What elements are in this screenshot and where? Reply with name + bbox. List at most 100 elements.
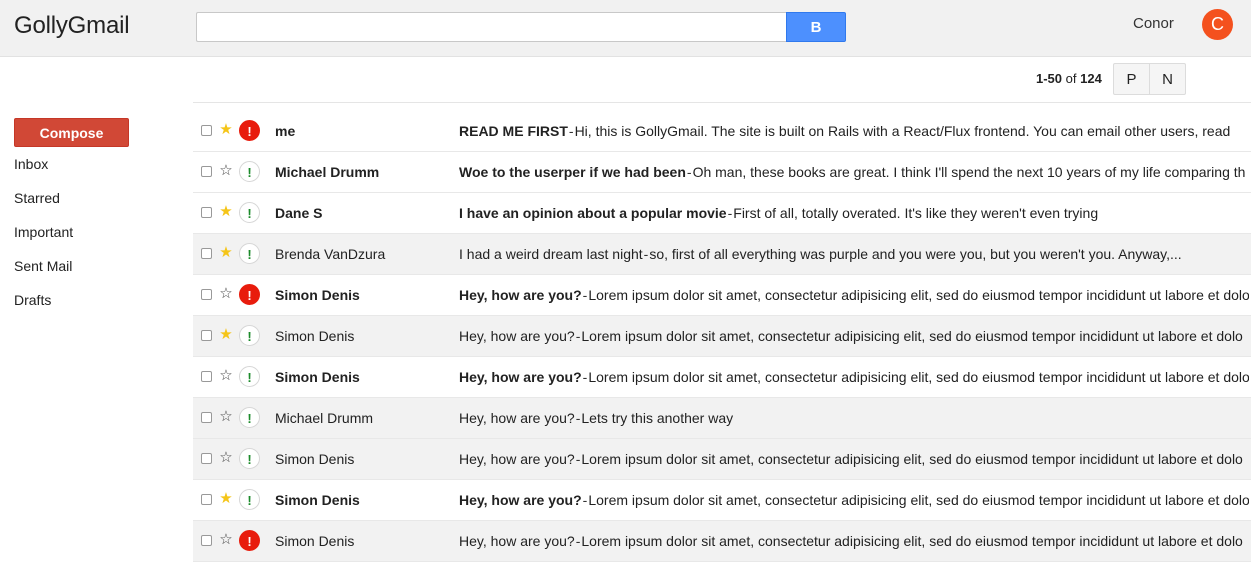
email-sender: Simon Denis bbox=[275, 492, 360, 508]
email-body-preview: Lorem ipsum dolor sit amet, consectetur … bbox=[588, 287, 1249, 303]
important-icon[interactable]: ! bbox=[239, 325, 260, 346]
email-body-preview: Lorem ipsum dolor sit amet, consectetur … bbox=[588, 492, 1249, 508]
star-filled-icon[interactable]: ★ bbox=[218, 490, 234, 508]
select-checkbox[interactable] bbox=[201, 535, 212, 546]
email-snippet: Hey, how are you?-Lorem ipsum dolor sit … bbox=[459, 287, 1249, 303]
email-snippet: Woe to the userper if we had been-Oh man… bbox=[459, 164, 1249, 180]
email-body-preview: First of all, totally overated. It's lik… bbox=[733, 205, 1099, 221]
email-row[interactable]: ★! Brenda VanDzura I had a weird dream las… bbox=[193, 234, 1251, 275]
email-sender: Dane S bbox=[275, 205, 323, 221]
email-sender: Simon Denis bbox=[275, 369, 360, 385]
email-row[interactable]: ☆! Simon Denis Hey, how are you?-Lorem ips… bbox=[193, 439, 1251, 480]
sidebar-item-inbox[interactable]: Inbox bbox=[14, 155, 73, 189]
select-checkbox[interactable] bbox=[201, 166, 212, 177]
important-icon[interactable]: ! bbox=[239, 202, 260, 223]
important-icon[interactable]: ! bbox=[239, 489, 260, 510]
email-subject: Woe to the userper if we had been bbox=[459, 164, 686, 180]
email-snippet: Hey, how are you?-Lorem ipsum dolor sit … bbox=[459, 451, 1249, 467]
sidebar-item-sent-mail[interactable]: Sent Mail bbox=[14, 257, 73, 291]
email-row[interactable]: ★! Simon Denis Hey, how are you?-Lorem ips… bbox=[193, 480, 1251, 521]
important-icon[interactable]: ! bbox=[239, 448, 260, 469]
pager-count: 1-50 of 124 bbox=[1036, 71, 1102, 86]
separator: - bbox=[575, 410, 581, 426]
star-outline-icon[interactable]: ☆ bbox=[218, 285, 234, 303]
email-list: ★! me READ ME FIRST-Hi, this is GollyGmail… bbox=[193, 111, 1251, 562]
search-button[interactable]: B bbox=[786, 12, 846, 42]
select-checkbox[interactable] bbox=[201, 371, 212, 382]
select-checkbox[interactable] bbox=[201, 289, 212, 300]
separator: - bbox=[582, 492, 588, 508]
important-icon[interactable]: ! bbox=[239, 366, 260, 387]
divider bbox=[193, 102, 1251, 103]
email-row[interactable]: ★! Dane S I have an opinion about a popula… bbox=[193, 193, 1251, 234]
pager-of: of bbox=[1065, 71, 1077, 86]
search-input[interactable] bbox=[196, 12, 787, 42]
important-icon[interactable]: ! bbox=[239, 120, 260, 141]
separator: - bbox=[582, 287, 588, 303]
separator: - bbox=[686, 164, 692, 180]
email-subject: Hey, how are you? bbox=[459, 451, 575, 467]
star-outline-icon[interactable]: ☆ bbox=[218, 531, 234, 549]
email-subject: Hey, how are you? bbox=[459, 328, 575, 344]
important-icon[interactable]: ! bbox=[239, 161, 260, 182]
email-row[interactable]: ☆! Michael Drumm Hey, how are you?-Lets tr… bbox=[193, 398, 1251, 439]
important-icon[interactable]: ! bbox=[239, 284, 260, 305]
separator: - bbox=[575, 328, 581, 344]
sidebar-item-drafts[interactable]: Drafts bbox=[14, 291, 73, 325]
email-subject: READ ME FIRST bbox=[459, 123, 568, 139]
select-checkbox[interactable] bbox=[201, 248, 212, 259]
previous-page-button[interactable]: P bbox=[1113, 63, 1150, 95]
pager-range: 1-50 bbox=[1036, 71, 1063, 86]
sidebar-item-important[interactable]: Important bbox=[14, 223, 73, 257]
email-body-preview: Lorem ipsum dolor sit amet, consectetur … bbox=[588, 369, 1249, 385]
important-icon[interactable]: ! bbox=[239, 530, 260, 551]
email-subject: Hey, how are you? bbox=[459, 287, 582, 303]
star-outline-icon[interactable]: ☆ bbox=[218, 162, 234, 180]
email-row[interactable]: ☆! Michael Drumm Woe to the userper if we … bbox=[193, 152, 1251, 193]
star-filled-icon[interactable]: ★ bbox=[218, 326, 234, 344]
star-outline-icon[interactable]: ☆ bbox=[218, 449, 234, 467]
select-checkbox[interactable] bbox=[201, 453, 212, 464]
email-sender: Simon Denis bbox=[275, 533, 355, 549]
select-checkbox[interactable] bbox=[201, 125, 212, 136]
email-snippet: Hey, how are you?-Lorem ipsum dolor sit … bbox=[459, 492, 1249, 508]
email-row[interactable]: ★! me READ ME FIRST-Hi, this is GollyGmail… bbox=[193, 111, 1251, 152]
select-checkbox[interactable] bbox=[201, 412, 212, 423]
email-row[interactable]: ★! Simon Denis Hey, how are you?-Lorem ips… bbox=[193, 316, 1251, 357]
compose-button[interactable]: Compose bbox=[14, 118, 129, 147]
email-sender: me bbox=[275, 123, 296, 139]
separator: - bbox=[568, 123, 574, 139]
email-row[interactable]: ☆! Simon Denis Hey, how are you?-Lorem ips… bbox=[193, 357, 1251, 398]
email-snippet: I had a weird dream last night-so, first… bbox=[459, 246, 1249, 262]
star-filled-icon[interactable]: ★ bbox=[218, 244, 234, 262]
star-filled-icon[interactable]: ★ bbox=[218, 121, 234, 139]
top-bar: GollyGmail B Conor C bbox=[0, 0, 1251, 57]
email-body-preview: so, first of all everything was purple a… bbox=[649, 246, 1182, 262]
email-subject: I had a weird dream last night bbox=[459, 246, 643, 262]
next-page-button[interactable]: N bbox=[1149, 63, 1186, 95]
important-icon[interactable]: ! bbox=[239, 407, 260, 428]
star-outline-icon[interactable]: ☆ bbox=[218, 408, 234, 426]
star-filled-icon[interactable]: ★ bbox=[218, 203, 234, 221]
app-logo[interactable]: GollyGmail bbox=[14, 12, 130, 40]
select-checkbox[interactable] bbox=[201, 330, 212, 341]
email-sender: Simon Denis bbox=[275, 328, 355, 344]
email-body-preview: Oh man, these books are great. I think I… bbox=[692, 164, 1246, 180]
email-snippet: Hey, how are you?-Lets try this another … bbox=[459, 410, 1249, 426]
important-icon[interactable]: ! bbox=[239, 243, 260, 264]
email-sender: Simon Denis bbox=[275, 287, 360, 303]
email-sender: Simon Denis bbox=[275, 451, 355, 467]
select-checkbox[interactable] bbox=[201, 207, 212, 218]
email-subject: Hey, how are you? bbox=[459, 533, 575, 549]
separator: - bbox=[727, 205, 733, 221]
select-checkbox[interactable] bbox=[201, 494, 212, 505]
sidebar-item-starred[interactable]: Starred bbox=[14, 189, 73, 223]
email-body-preview: Hi, this is GollyGmail. The site is buil… bbox=[574, 123, 1231, 139]
email-row[interactable]: ☆! Simon Denis Hey, how are you?-Lorem ips… bbox=[193, 521, 1251, 562]
avatar[interactable]: C bbox=[1202, 9, 1233, 40]
user-name[interactable]: Conor bbox=[1133, 15, 1174, 32]
star-outline-icon[interactable]: ☆ bbox=[218, 367, 234, 385]
email-snippet: Hey, how are you?-Lorem ipsum dolor sit … bbox=[459, 533, 1249, 549]
email-row[interactable]: ☆! Simon Denis Hey, how are you?-Lorem ips… bbox=[193, 275, 1251, 316]
email-snippet: I have an opinion about a popular movie-… bbox=[459, 205, 1249, 221]
